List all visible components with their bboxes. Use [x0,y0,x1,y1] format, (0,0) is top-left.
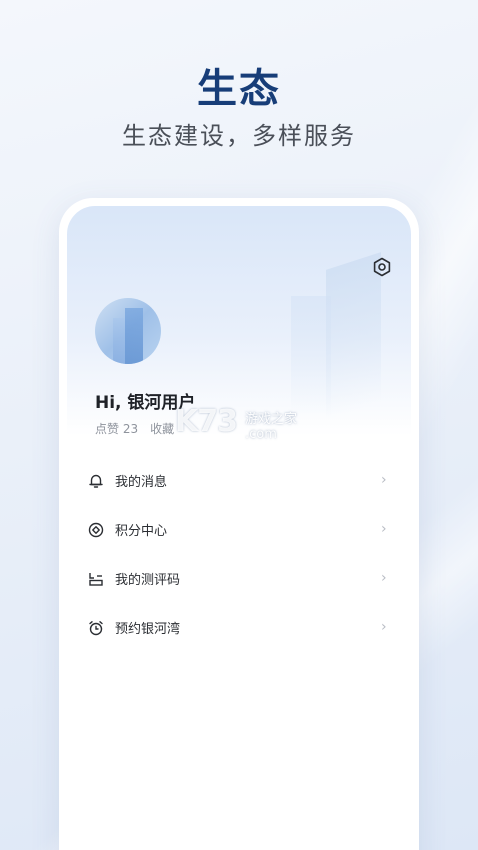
menu-label-points: 积分中心 [115,524,168,539]
avatar[interactable] [95,298,161,364]
watermark-domain: .com [245,427,277,442]
settings-button[interactable] [371,256,393,278]
menu-item-messages[interactable]: 我的消息 › [67,456,411,505]
menu-item-reserve[interactable]: 预约银河湾 › [67,603,411,652]
profile-screen: Hi, 银河用户 点赞 23 收藏 K73 游戏之家 .com 我的消息 › 积… [67,206,411,850]
bell-icon [87,472,105,490]
watermark-site-name: 游戏之家 [245,412,298,427]
menu-label-reserve: 预约银河湾 [115,622,181,637]
chevron-right-icon: › [381,570,387,586]
menu-label-messages: 我的消息 [115,475,168,490]
settings-icon [373,257,391,277]
profile-menu: 我的消息 › 积分中心 › 我的测评码 › 预约银河湾 › [67,456,411,652]
diamond-coin-icon [87,521,105,539]
watermark-text: 游戏之家 .com [245,408,297,442]
menu-item-points[interactable]: 积分中心 › [67,505,411,554]
stat-favorites[interactable]: 收藏 [150,420,174,437]
chevron-right-icon: › [381,521,387,537]
building-decoration-2 [291,296,331,416]
stat-likes[interactable]: 点赞 23 [95,420,138,437]
user-stats: 点赞 23 收藏 [95,420,174,437]
menu-label-review-code: 我的测评码 [115,573,181,588]
chevron-right-icon: › [381,472,387,488]
stat-favorites-label: 收藏 [150,422,175,436]
code-grid-icon [87,570,105,588]
promo-title: 生态 [197,66,281,112]
stat-likes-value: 23 [122,422,139,436]
chevron-right-icon: › [381,619,387,635]
promo-subtitle: 生态建设，多样服务 [122,122,356,150]
alarm-clock-icon [87,619,105,637]
stat-likes-label: 点赞 [95,422,120,436]
phone-frame: Hi, 银河用户 点赞 23 收藏 K73 游戏之家 .com 我的消息 › 积… [59,198,419,850]
watermark-logo: K73 [175,404,238,439]
menu-item-review-code[interactable]: 我的测评码 › [67,554,411,603]
watermark: K73 游戏之家 .com [175,404,297,442]
